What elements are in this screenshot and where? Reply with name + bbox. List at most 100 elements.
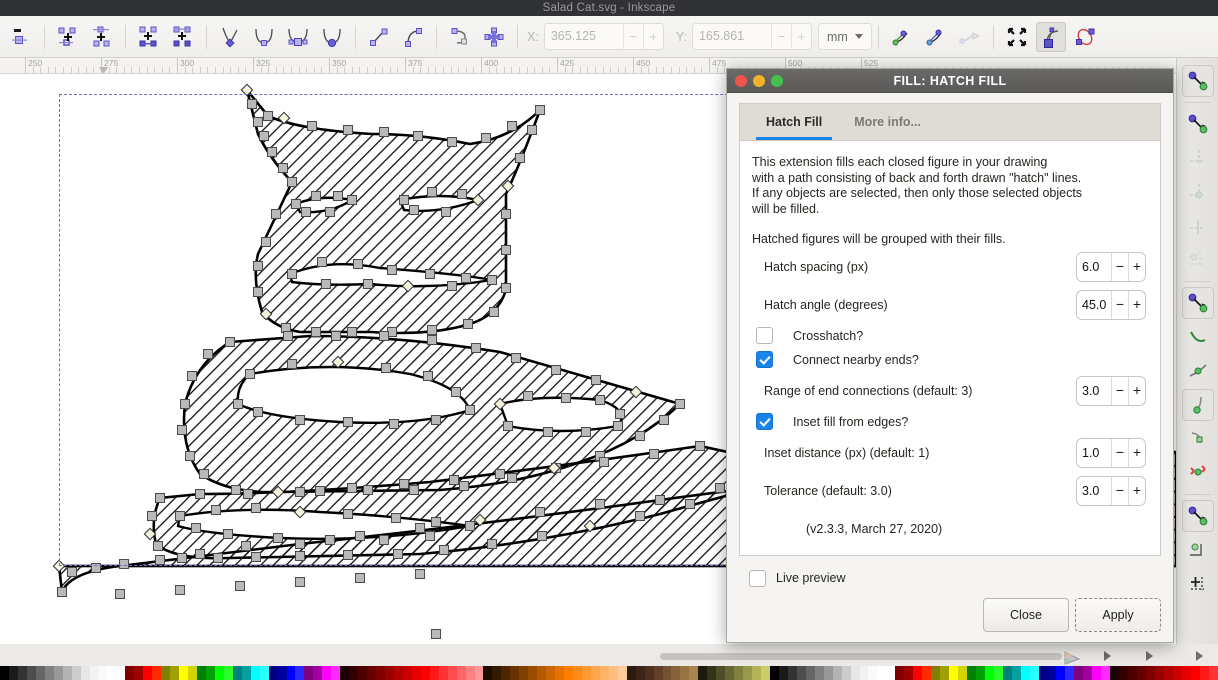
palette-swatch[interactable] xyxy=(949,666,958,680)
palette-swatch[interactable] xyxy=(286,666,296,680)
palette-swatch[interactable] xyxy=(223,666,233,680)
palette-swatch[interactable] xyxy=(1119,666,1129,680)
snap-bounding-box-icon[interactable] xyxy=(1182,108,1214,140)
palette-swatch[interactable] xyxy=(868,666,878,680)
palette-swatch[interactable] xyxy=(966,666,976,680)
path-node-handle[interactable] xyxy=(115,589,125,599)
palette-swatch[interactable] xyxy=(501,666,511,680)
palette-swatch[interactable] xyxy=(179,666,189,680)
palette-swatch[interactable] xyxy=(814,666,824,680)
palette-swatch[interactable] xyxy=(993,666,1003,680)
snap-bbox-corner-icon[interactable] xyxy=(1182,176,1214,208)
palette-swatch[interactable] xyxy=(393,666,403,680)
palette-swatch[interactable] xyxy=(671,666,681,680)
snap-path-intersection-icon[interactable] xyxy=(1182,355,1214,387)
palette-swatch[interactable] xyxy=(555,666,565,680)
snap-bbox-center-icon[interactable] xyxy=(1182,244,1214,276)
palette-swatch[interactable] xyxy=(904,666,914,680)
y-increment-button[interactable]: + xyxy=(790,24,811,49)
object-to-path-icon[interactable] xyxy=(445,22,475,52)
path-node-handle[interactable] xyxy=(431,629,441,639)
palette-swatch[interactable] xyxy=(581,666,591,680)
palette-swatch[interactable] xyxy=(161,666,171,680)
x-increment-button[interactable]: + xyxy=(642,24,663,49)
node-auto-icon[interactable] xyxy=(317,22,347,52)
palette-swatch[interactable] xyxy=(376,666,385,680)
horizontal-scrollbar-thumb[interactable] xyxy=(660,653,1062,660)
palette-swatch[interactable] xyxy=(143,666,153,680)
palette-swatch[interactable] xyxy=(778,666,788,680)
snap-enable-icon[interactable] xyxy=(1181,65,1214,97)
palette-swatch[interactable] xyxy=(752,666,762,680)
palette-swatch[interactable] xyxy=(429,666,439,680)
palette-swatch[interactable] xyxy=(277,666,287,680)
palette-swatch[interactable] xyxy=(805,666,815,680)
hatch-spacing-input[interactable]: 6.0 − + xyxy=(1076,251,1146,282)
show-clipping-paths-icon[interactable] xyxy=(1002,22,1032,52)
show-path-outline-icon[interactable] xyxy=(955,22,985,52)
unit-selector[interactable]: mm xyxy=(817,23,872,50)
palette-swatch[interactable] xyxy=(259,666,269,680)
inset-decrement[interactable]: − xyxy=(1111,438,1128,467)
palette-swatch[interactable] xyxy=(743,666,753,680)
hatch-angle-input[interactable]: 45.0 − + xyxy=(1076,289,1146,320)
snap-object-center-icon[interactable] xyxy=(1182,534,1214,566)
dialog-title-bar[interactable]: FILL: HATCH FILL xyxy=(727,69,1173,93)
palette-swatch[interactable] xyxy=(546,666,556,680)
palette-swatch[interactable] xyxy=(125,666,135,680)
segment-curve-icon[interactable] xyxy=(398,22,428,52)
palette-swatch[interactable] xyxy=(295,666,305,680)
palette-swatch[interactable] xyxy=(1146,666,1155,680)
inset-distance-input[interactable]: 1.0 − + xyxy=(1076,437,1146,468)
palette-swatch[interactable] xyxy=(420,666,430,680)
break-path-icon[interactable] xyxy=(87,22,117,52)
palette-swatch[interactable] xyxy=(725,666,735,680)
palette-swatch[interactable] xyxy=(250,666,260,680)
palette-swatch[interactable] xyxy=(913,666,923,680)
palette-swatch[interactable] xyxy=(53,666,63,680)
palette-swatch[interactable] xyxy=(402,666,412,680)
palette-swatch[interactable] xyxy=(1190,666,1200,680)
palette-swatch[interactable] xyxy=(80,666,90,680)
path-node-handle[interactable] xyxy=(67,567,77,577)
palette-swatch[interactable] xyxy=(196,666,206,680)
palette-swatch[interactable] xyxy=(734,666,744,680)
palette-swatch[interactable] xyxy=(241,666,251,680)
palette-swatch[interactable] xyxy=(528,666,538,680)
inset-fill-checkbox[interactable] xyxy=(756,413,773,431)
palette-swatch[interactable] xyxy=(1083,666,1093,680)
palette-swatch[interactable] xyxy=(626,666,636,680)
palette-swatch[interactable] xyxy=(214,666,224,680)
show-bezier-handles-icon[interactable] xyxy=(921,22,951,52)
snap-midpoint-icon[interactable] xyxy=(1182,457,1214,489)
live-preview-checkbox[interactable] xyxy=(749,569,766,587)
snap-bbox-edge-midpoint-icon[interactable] xyxy=(1182,210,1214,242)
palette-swatch[interactable] xyxy=(698,666,708,680)
hatch-spacing-decrement[interactable]: − xyxy=(1111,252,1128,281)
tolerance-decrement[interactable]: − xyxy=(1111,476,1128,505)
range-end-connections-input[interactable]: 3.0 − + xyxy=(1076,375,1146,406)
palette-swatch[interactable] xyxy=(71,666,81,680)
hatch-angle-decrement[interactable]: − xyxy=(1111,290,1128,319)
palette-swatch[interactable] xyxy=(689,666,699,680)
node-smooth-icon[interactable] xyxy=(249,22,279,52)
palette-swatch[interactable] xyxy=(608,666,618,680)
edit-mask-icon[interactable] xyxy=(1035,21,1066,52)
palette-swatch[interactable] xyxy=(984,666,994,680)
join-with-segment-icon[interactable] xyxy=(168,22,198,52)
apply-button[interactable]: Apply xyxy=(1075,598,1161,632)
palette-swatch[interactable] xyxy=(716,666,726,680)
palette-swatch[interactable] xyxy=(1128,666,1138,680)
path-node-handle[interactable] xyxy=(175,585,185,595)
palette-swatch[interactable] xyxy=(313,666,323,680)
palette-scroll-more-icon[interactable] xyxy=(1192,646,1206,664)
palette-swatch[interactable] xyxy=(456,666,466,680)
palette-swatch[interactable] xyxy=(438,666,448,680)
palette-swatch[interactable] xyxy=(170,666,180,680)
palette-swatch[interactable] xyxy=(304,666,314,680)
palette-swatch[interactable] xyxy=(1199,666,1209,680)
palette-swatch[interactable] xyxy=(358,666,368,680)
palette-swatch[interactable] xyxy=(465,666,475,680)
palette-swatch[interactable] xyxy=(152,666,162,680)
node-symmetric-icon[interactable] xyxy=(283,22,313,52)
